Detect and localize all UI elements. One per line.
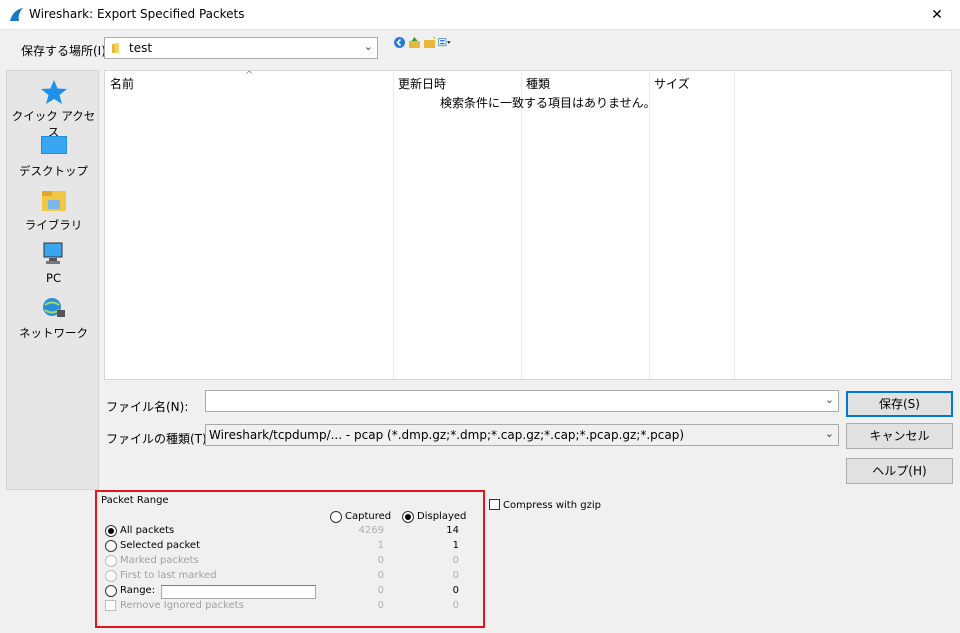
chevron-down-icon[interactable]: ⌄ — [364, 40, 373, 53]
range-captured: 0 — [377, 585, 384, 596]
folder-icon — [112, 43, 119, 53]
back-icon[interactable] — [393, 36, 406, 49]
filetype-value: Wireshark/tcpdump/... - pcap (*.dmp.gz;*… — [209, 428, 685, 442]
captured-label: Captured — [345, 511, 392, 522]
captured-radio[interactable] — [330, 511, 342, 523]
column-header-name[interactable]: 名前 — [110, 75, 134, 92]
packet-range-title: Packet Range — [101, 495, 169, 506]
place-pc[interactable]: PC — [7, 242, 100, 285]
selected-packet-displayed: 1 — [452, 540, 459, 551]
save-button[interactable]: 保存(S) — [846, 391, 953, 417]
first-to-last-marked-captured: 0 — [377, 570, 384, 581]
all-packets-label: All packets — [120, 525, 175, 536]
filename-input[interactable]: ⌄ — [205, 390, 839, 412]
filename-label: ファイル名(N): — [106, 400, 189, 414]
marked-packets-displayed: 0 — [452, 555, 459, 566]
place-library[interactable]: ライブラリ — [7, 188, 100, 233]
desktop-icon — [40, 136, 67, 154]
all-packets-captured: 4269 — [358, 525, 384, 536]
range-input[interactable] — [161, 585, 316, 599]
compress-gzip-checkbox[interactable] — [489, 499, 500, 510]
column-divider[interactable] — [649, 71, 650, 379]
remove-ignored-captured: 0 — [377, 600, 384, 611]
range-displayed: 0 — [452, 585, 459, 596]
column-header-type[interactable]: 種類 — [526, 75, 550, 92]
location-label: 保存する場所(I): — [21, 44, 110, 58]
location-toolbar — [393, 36, 451, 49]
column-header-size[interactable]: サイズ — [654, 75, 690, 92]
title-bar: Wireshark: Export Specified Packets ✕ — [0, 0, 960, 30]
all-packets-displayed: 14 — [446, 525, 459, 536]
close-button[interactable]: ✕ — [914, 0, 960, 30]
place-label: デスクトップ — [19, 164, 88, 178]
column-divider[interactable] — [393, 71, 394, 379]
first-to-last-marked-displayed: 0 — [452, 570, 459, 581]
marked-packets-radio — [105, 555, 117, 567]
marked-packets-label: Marked packets — [120, 555, 199, 566]
file-list[interactable]: ^ 名前 更新日時 種類 サイズ 検索条件に一致する項目はありません。 — [104, 70, 952, 380]
selected-packet-captured: 1 — [377, 540, 384, 551]
column-divider[interactable] — [521, 71, 522, 379]
selected-packet-radio[interactable] — [105, 540, 117, 552]
place-label: ネットワーク — [19, 326, 88, 340]
remove-ignored-checkbox — [105, 600, 116, 611]
cancel-button[interactable]: キャンセル — [846, 423, 953, 449]
wireshark-fin-icon — [10, 8, 23, 21]
star-icon — [40, 80, 67, 104]
column-header-date[interactable]: 更新日時 — [398, 75, 446, 92]
location-combo[interactable]: test ⌄ — [104, 37, 378, 59]
pc-icon — [43, 242, 62, 264]
filetype-label: ファイルの種類(T): — [106, 432, 211, 446]
displayed-radio[interactable] — [402, 511, 414, 523]
remove-ignored-displayed: 0 — [452, 600, 459, 611]
place-label: ライブラリ — [24, 218, 83, 232]
new-folder-icon[interactable] — [423, 36, 436, 49]
compress-gzip-label: Compress with gzip — [503, 500, 601, 511]
location-value: test — [129, 41, 153, 55]
place-network[interactable]: ネットワーク — [7, 296, 100, 341]
remove-ignored-label: Remove Ignored packets — [120, 600, 244, 611]
filetype-combo[interactable]: Wireshark/tcpdump/... - pcap (*.dmp.gz;*… — [205, 424, 839, 446]
place-quick-access[interactable]: クイック アクセス — [7, 79, 100, 140]
place-desktop[interactable]: デスクトップ — [7, 134, 100, 179]
chevron-down-icon[interactable]: ⌄ — [825, 393, 834, 406]
empty-message: 検索条件に一致する項目はありません。 — [440, 96, 656, 110]
column-divider[interactable] — [734, 71, 735, 379]
library-icon — [41, 191, 66, 211]
packet-range-group: Packet Range Captured Displayed All pack… — [95, 490, 485, 628]
chevron-down-icon[interactable]: ⌄ — [825, 427, 834, 440]
all-packets-radio[interactable] — [105, 525, 117, 537]
sort-ascending-icon: ^ — [245, 70, 254, 81]
first-to-last-marked-radio — [105, 570, 117, 582]
selected-packet-label: Selected packet — [120, 540, 201, 551]
help-button[interactable]: ヘルプ(H) — [846, 458, 953, 484]
range-label: Range: — [120, 585, 156, 596]
network-icon — [42, 298, 65, 317]
window-title: Wireshark: Export Specified Packets — [29, 7, 245, 21]
range-radio[interactable] — [105, 585, 117, 597]
up-folder-icon[interactable] — [408, 36, 421, 49]
view-menu-icon[interactable] — [438, 36, 451, 49]
first-to-last-marked-label: First to last marked — [120, 570, 217, 581]
displayed-label: Displayed — [417, 511, 467, 522]
marked-packets-captured: 0 — [377, 555, 384, 566]
places-bar: クイック アクセス デスクトップ ライブラリ PC ネットワーク — [6, 70, 99, 490]
place-label: PC — [46, 271, 61, 285]
